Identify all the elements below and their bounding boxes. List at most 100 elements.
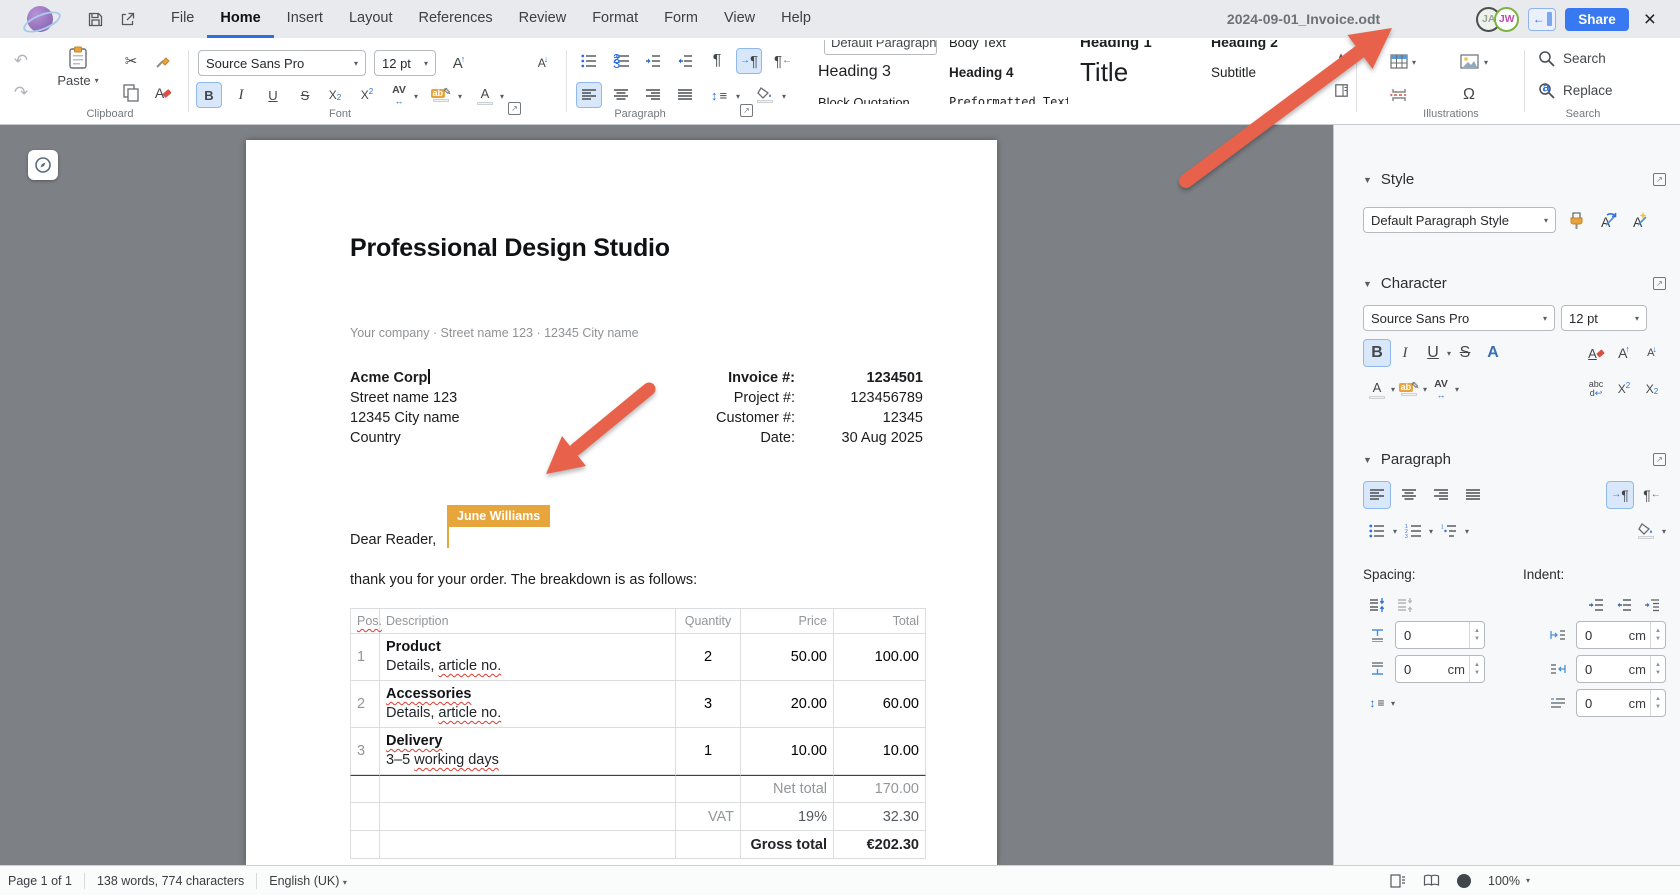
tab-layout[interactable]: Layout bbox=[336, 0, 406, 38]
above-paragraph-spacing-icon[interactable] bbox=[1363, 621, 1391, 649]
paragraph-style-select[interactable]: Default Paragraph Style▾ bbox=[1363, 207, 1556, 233]
indent-first-line-input[interactable]: 0 cm ▲▼ bbox=[1576, 689, 1666, 717]
paragraph-popout-icon[interactable]: ↗ bbox=[1653, 453, 1666, 466]
sidebar-align-center-icon[interactable] bbox=[1395, 481, 1423, 509]
tab-form[interactable]: Form bbox=[651, 0, 711, 38]
bullet-list-icon[interactable] bbox=[576, 48, 602, 74]
shrink-font-icon[interactable]: A↓ bbox=[530, 50, 556, 76]
spinner-arrows[interactable]: ▲▼ bbox=[1469, 622, 1484, 648]
sidebar-background-color-dropdown-icon[interactable]: ▾ bbox=[1662, 527, 1666, 536]
tab-file[interactable]: File bbox=[158, 0, 207, 38]
paste-button[interactable]: Paste ▾ bbox=[50, 46, 106, 88]
paragraph-section-header[interactable]: ▼ Paragraph ↗ bbox=[1363, 451, 1666, 468]
highlight-color-icon[interactable]: ab✎ bbox=[428, 82, 454, 108]
sidebar-background-color-icon[interactable] bbox=[1632, 517, 1660, 545]
tab-format[interactable]: Format bbox=[579, 0, 651, 38]
open-in-new-window-icon[interactable] bbox=[116, 8, 138, 30]
increase-indent-icon[interactable] bbox=[640, 48, 666, 74]
paragraph-ltr-icon[interactable]: →¶ bbox=[736, 48, 762, 74]
tab-view[interactable]: View bbox=[711, 0, 768, 38]
sidebar-subscript-button[interactable]: X2 bbox=[1638, 375, 1666, 403]
style-heading-4[interactable]: Heading 4 bbox=[937, 57, 1068, 87]
paste-dropdown-icon[interactable]: ▾ bbox=[95, 76, 99, 85]
sidebar-paragraph-ltr-icon[interactable]: →¶ bbox=[1606, 481, 1634, 509]
strikethrough-button[interactable]: S bbox=[292, 82, 318, 108]
insert-table-icon[interactable] bbox=[1386, 48, 1412, 74]
sidebar-bold-button[interactable]: B bbox=[1363, 339, 1391, 367]
update-style-icon[interactable]: A bbox=[1597, 211, 1617, 229]
clone-formatting-icon[interactable] bbox=[1568, 211, 1585, 230]
document-canvas[interactable]: Professional Design Studio Your company … bbox=[0, 125, 1333, 865]
grow-font-icon[interactable]: A↑ bbox=[446, 50, 472, 76]
styles-more-icon[interactable] bbox=[1332, 84, 1350, 97]
follow-user-icon[interactable]: ← bbox=[1528, 8, 1556, 31]
tab-insert[interactable]: Insert bbox=[274, 0, 336, 38]
clear-formatting-icon[interactable]: A bbox=[150, 80, 176, 106]
hanging-indent-icon[interactable] bbox=[1638, 591, 1666, 619]
style-preformatted-text[interactable]: Preformatted Text bbox=[937, 87, 1068, 104]
quick-access-button[interactable] bbox=[28, 150, 58, 180]
below-paragraph-spacing-icon[interactable] bbox=[1363, 655, 1391, 683]
tab-home[interactable]: Home bbox=[207, 0, 273, 38]
indent-after-input[interactable]: 0 cm ▲▼ bbox=[1576, 655, 1666, 683]
background-color-icon[interactable] bbox=[752, 82, 778, 108]
word-count[interactable]: 138 words, 774 characters bbox=[97, 874, 244, 888]
style-body-text[interactable]: Body Text bbox=[937, 40, 1068, 57]
outline-list-icon[interactable]: 1 bbox=[1435, 517, 1463, 545]
book-view-icon[interactable] bbox=[1423, 874, 1440, 887]
sidebar-font-size-select[interactable]: 12 pt▾ bbox=[1561, 305, 1647, 331]
shadow-button[interactable]: A bbox=[1479, 339, 1507, 367]
sidebar-numbered-list-icon[interactable]: 123 bbox=[1399, 517, 1427, 545]
special-character-icon[interactable]: Ω bbox=[1456, 82, 1482, 108]
spinner-arrows[interactable]: ▲▼ bbox=[1469, 656, 1484, 682]
language-select[interactable]: English (UK) ▾ bbox=[269, 874, 347, 888]
style-title[interactable]: Title bbox=[1068, 57, 1199, 87]
tab-references[interactable]: References bbox=[405, 0, 505, 38]
style-heading-3[interactable]: Heading 3 bbox=[806, 57, 937, 87]
sidebar-strikethrough-button[interactable]: S bbox=[1451, 339, 1479, 367]
font-group-popout-icon[interactable]: ↗ bbox=[508, 102, 521, 115]
outline-list-dropdown-icon[interactable]: ▾ bbox=[1465, 527, 1469, 536]
sidebar-paragraph-rtl-icon[interactable]: ¶← bbox=[1638, 481, 1666, 509]
italic-button[interactable]: I bbox=[228, 82, 254, 108]
numbered-list-dropdown-icon[interactable]: ▾ bbox=[1429, 527, 1433, 536]
avatar-jw[interactable]: JW bbox=[1494, 7, 1519, 32]
search-button[interactable]: Search bbox=[1538, 50, 1606, 67]
share-button[interactable]: Share bbox=[1565, 8, 1629, 31]
paragraph-group-popout-icon[interactable]: ↗ bbox=[740, 104, 753, 117]
copy-icon[interactable] bbox=[118, 80, 144, 106]
spinner-arrows[interactable]: ▲▼ bbox=[1650, 656, 1665, 682]
sidebar-line-spacing-icon[interactable]: ↕≡ bbox=[1363, 689, 1391, 717]
style-heading-2[interactable]: Heading 2 bbox=[1199, 40, 1330, 57]
highlight-color-dropdown-icon[interactable]: ▾ bbox=[458, 92, 462, 101]
sidebar-clear-formatting-icon[interactable]: A bbox=[1582, 339, 1610, 367]
sidebar-font-name-select[interactable]: Source Sans Pro▾ bbox=[1363, 305, 1555, 331]
sidebar-character-spacing-icon[interactable]: AV↔ bbox=[1427, 375, 1455, 403]
character-spacing-dropdown-icon[interactable]: ▾ bbox=[414, 92, 418, 101]
sidebar-shrink-font-icon[interactable]: A↓ bbox=[1638, 339, 1666, 367]
character-section-header[interactable]: ▼ Character ↗ bbox=[1363, 275, 1666, 292]
underline-button[interactable]: U bbox=[260, 82, 286, 108]
document-page[interactable]: Professional Design Studio Your company … bbox=[246, 140, 997, 865]
decrease-indent-icon[interactable] bbox=[672, 48, 698, 74]
character-popout-icon[interactable]: ↗ bbox=[1653, 277, 1666, 290]
sidebar-superscript-button[interactable]: X2 bbox=[1610, 375, 1638, 403]
clone-formatting-icon[interactable] bbox=[150, 48, 176, 74]
sidebar-align-right-icon[interactable] bbox=[1427, 481, 1455, 509]
cut-icon[interactable]: ✂ bbox=[118, 48, 144, 74]
tab-help[interactable]: Help bbox=[768, 0, 824, 38]
new-style-icon[interactable]: A bbox=[1629, 211, 1649, 229]
first-line-indent-icon[interactable] bbox=[1544, 689, 1572, 717]
indent-before-input[interactable]: 0 cm ▲▼ bbox=[1576, 621, 1666, 649]
line-spacing-dropdown-icon[interactable]: ▾ bbox=[736, 92, 740, 101]
status-dot-icon[interactable] bbox=[1457, 874, 1471, 888]
decrease-spacing-icon[interactable] bbox=[1391, 591, 1419, 619]
after-text-indent-icon[interactable] bbox=[1544, 655, 1572, 683]
style-default-paragraph[interactable]: Default Paragraph Style bbox=[806, 40, 937, 57]
background-color-dropdown-icon[interactable]: ▾ bbox=[782, 92, 786, 101]
font-name-select[interactable]: Source Sans Pro▾ bbox=[198, 50, 366, 76]
style-heading-1[interactable]: Heading 1 bbox=[1068, 40, 1199, 57]
style-subtitle[interactable]: Subtitle bbox=[1199, 57, 1330, 87]
page-count[interactable]: Page 1 of 1 bbox=[8, 874, 72, 888]
sidebar-bullet-list-icon[interactable] bbox=[1363, 517, 1391, 545]
